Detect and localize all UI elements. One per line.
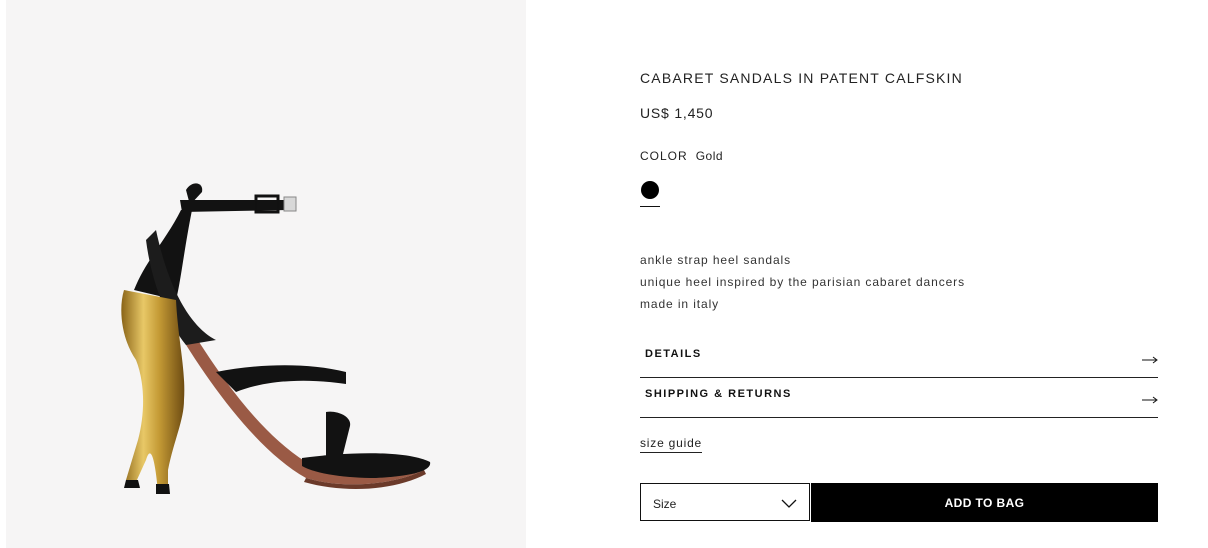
color-swatch[interactable] xyxy=(641,181,659,199)
chevron-down-icon xyxy=(781,496,797,514)
shipping-returns-label: SHIPPING & RETURNS xyxy=(645,388,792,400)
description-line: unique heel inspired by the parisian cab… xyxy=(640,275,965,289)
product-title: CABARET SANDALS IN PATENT CALFSKIN xyxy=(640,70,963,86)
description-line: made in italy xyxy=(640,297,720,311)
product-image xyxy=(121,183,431,494)
details-label: DETAILS xyxy=(645,348,702,360)
size-guide-link[interactable]: size guide xyxy=(640,436,703,453)
description-line: ankle strap heel sandals xyxy=(640,253,792,267)
color-row: COLOR Gold xyxy=(640,149,723,163)
details-accordion[interactable]: DETAILS xyxy=(640,337,1158,378)
arrow-right-icon xyxy=(1142,391,1158,409)
arrow-right-icon xyxy=(1142,351,1158,369)
color-value: Gold xyxy=(695,149,724,163)
product-price: US$ 1,450 xyxy=(640,105,714,121)
color-swatch-selected[interactable] xyxy=(640,180,660,207)
product-description: ankle strap heel sandals unique heel ins… xyxy=(640,252,965,318)
size-select-label: Size xyxy=(653,497,677,511)
color-label: COLOR xyxy=(640,149,688,163)
add-to-bag-button[interactable]: ADD TO BAG xyxy=(811,483,1158,522)
product-image-panel xyxy=(6,0,526,548)
size-select[interactable]: Size xyxy=(640,483,810,521)
shipping-returns-accordion[interactable]: SHIPPING & RETURNS xyxy=(640,377,1158,418)
